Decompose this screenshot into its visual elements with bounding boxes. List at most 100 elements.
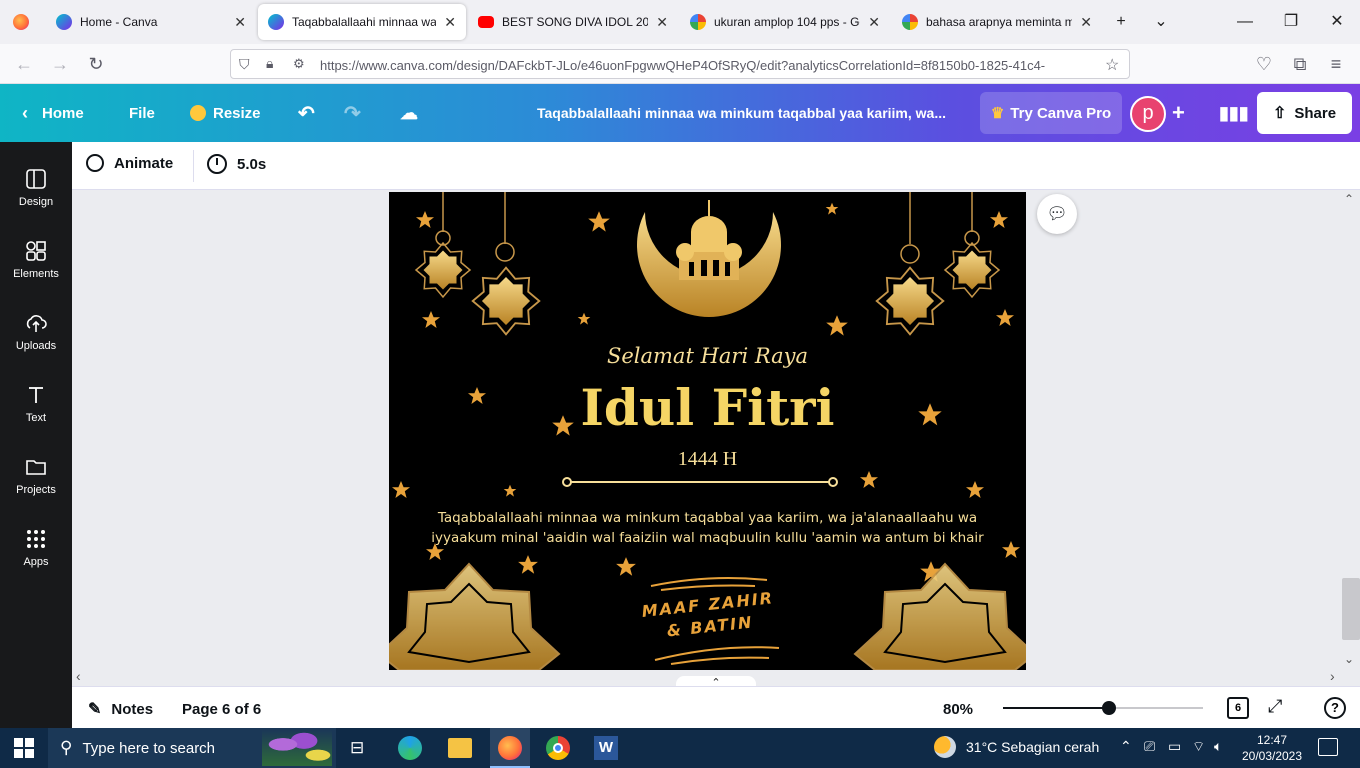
back-icon[interactable]: ←: [12, 52, 36, 76]
tab-taqabbal[interactable]: Taqabbalallaahi minnaa wa m ✕: [258, 4, 466, 40]
close-icon[interactable]: ✕: [868, 14, 880, 31]
url-bar[interactable]: ⛉ 🔒︎ ⚙ https://www.canva.com/design/DAFc…: [230, 49, 1130, 79]
close-window-button[interactable]: ✕: [1314, 8, 1360, 36]
duration-button[interactable]: 5.0s: [207, 154, 266, 174]
windows-start-icon[interactable]: [14, 738, 34, 758]
show-hidden-icons-chevron-icon[interactable]: ⌃: [1120, 738, 1132, 755]
file-explorer-icon[interactable]: [448, 738, 472, 758]
lantern-left-large-icon: [471, 192, 541, 336]
prayer-line-2: iyyaakum minal 'aaidin wal faaiziin wal …: [431, 530, 984, 546]
tab-label: Taqabbalallaahi minnaa wa m: [292, 15, 437, 29]
prayer-text[interactable]: Taqabbalallaahi minnaa wa minkum taqabba…: [389, 508, 1026, 548]
chrome-icon[interactable]: [546, 736, 570, 760]
add-comment-icon[interactable]: 💬︎: [1037, 194, 1077, 234]
zoom-slider-track[interactable]: [1003, 701, 1203, 715]
firefox-menu-button[interactable]: [0, 4, 42, 40]
word-icon[interactable]: W: [594, 736, 618, 760]
forward-icon[interactable]: →: [48, 52, 72, 76]
firefox-icon: [13, 14, 29, 30]
resize-button[interactable]: Resize: [190, 84, 261, 142]
tab-ukuran-amplop[interactable]: ukuran amplop 104 pps - Goo ✕: [680, 4, 890, 40]
reload-icon[interactable]: ↻: [84, 52, 108, 76]
rail-item-uploads[interactable]: Uploads: [0, 300, 72, 372]
battery-icon[interactable]: ▭: [1168, 738, 1181, 755]
toolbar-divider: [193, 150, 194, 182]
taskbar-firefox-button[interactable]: [490, 728, 530, 768]
rail-label: Design: [18, 196, 54, 208]
scroll-up-icon[interactable]: ⌃: [1344, 192, 1354, 206]
scroll-right-icon[interactable]: ›: [1330, 668, 1335, 684]
zoom-level[interactable]: 80%: [943, 701, 973, 718]
meet-now-icon[interactable]: ⎚: [1144, 738, 1155, 755]
close-icon[interactable]: ✕: [1080, 14, 1092, 31]
notifications-icon[interactable]: [1318, 738, 1338, 756]
tab-label: ukuran amplop 104 pps - Goo: [714, 15, 861, 29]
pocket-icon[interactable]: ♡: [1252, 52, 1276, 76]
crescent-mosque-icon: [637, 200, 781, 317]
task-view-icon[interactable]: ⊟: [350, 738, 364, 758]
shield-icon[interactable]: ⛉: [239, 56, 250, 73]
mandala-right-ornament: [853, 562, 1026, 670]
rail-label: Uploads: [15, 340, 57, 352]
navigation-bar: ← → ↻ ⛉ 🔒︎ ⚙ https://www.canva.com/desig…: [0, 44, 1360, 84]
undo-icon[interactable]: ↶: [298, 84, 315, 142]
page-grid-button[interactable]: 6: [1227, 697, 1249, 719]
close-icon[interactable]: ✕: [444, 14, 456, 31]
animate-icon: [86, 154, 104, 172]
bookmark-star-icon[interactable]: ☆: [1105, 55, 1119, 75]
home-button[interactable]: ‹ Home: [22, 84, 84, 142]
redo-icon[interactable]: ↷: [344, 84, 361, 142]
close-icon[interactable]: ✕: [234, 14, 246, 31]
document-title[interactable]: Taqabbalallaahi minnaa wa minkum taqabba…: [537, 84, 962, 142]
cloud-saved-icon[interactable]: ☁: [400, 84, 418, 142]
hijri-year-text[interactable]: 1444 H: [389, 448, 1026, 471]
browser-tab-bar: Home - Canva ✕ Taqabbalallaahi minnaa wa…: [0, 0, 1360, 44]
notes-button[interactable]: ✎ Notes: [88, 699, 153, 719]
avatar[interactable]: p: [1130, 96, 1166, 132]
volume-icon[interactable]: 🔈︎: [1214, 738, 1222, 755]
help-icon[interactable]: ?: [1324, 697, 1346, 719]
tab-home-canva[interactable]: Home - Canva ✕: [46, 4, 256, 40]
fullscreen-icon[interactable]: ⤢: [1268, 696, 1282, 717]
tab-bahasa-arab[interactable]: bahasa arapnya meminta ma ✕: [892, 4, 1102, 40]
animate-button[interactable]: Animate: [86, 154, 173, 172]
clock[interactable]: 12:47 20/03/2023: [1240, 732, 1304, 764]
scroll-down-icon[interactable]: ⌄: [1344, 652, 1354, 666]
edge-icon[interactable]: [398, 736, 422, 760]
rail-label: Apps: [23, 556, 49, 568]
decorative-divider: [562, 477, 838, 487]
idul-fitri-title[interactable]: Idul Fitri: [389, 378, 1026, 437]
rail-item-design[interactable]: Design: [0, 156, 72, 228]
list-tabs-chevron-icon[interactable]: ⌄: [1138, 8, 1184, 36]
taskbar-search-box[interactable]: ⚲ Type here to search: [48, 728, 336, 768]
hamburger-menu-icon[interactable]: ≡: [1324, 52, 1348, 76]
rail-item-projects[interactable]: Projects: [0, 444, 72, 516]
rail-item-apps[interactable]: Apps: [0, 516, 72, 588]
extensions-icon[interactable]: ⧉: [1288, 52, 1312, 76]
zoom-slider-thumb[interactable]: [1102, 701, 1116, 715]
vertical-scrollbar-thumb[interactable]: [1342, 578, 1360, 640]
permissions-icon[interactable]: ⚙: [293, 56, 305, 72]
minimize-button[interactable]: —: [1222, 8, 1268, 36]
network-icon[interactable]: ⌔: [1192, 738, 1205, 756]
try-canva-pro-button[interactable]: ♛ Try Canva Pro: [980, 92, 1122, 134]
file-menu-button[interactable]: File: [129, 84, 155, 142]
greeting-text[interactable]: Selamat Hari Raya: [389, 344, 1026, 368]
close-icon[interactable]: ✕: [656, 14, 668, 31]
url-text: https://www.canva.com/design/DAFckbT-JLo…: [320, 58, 1046, 73]
rail-item-elements[interactable]: Elements: [0, 228, 72, 300]
design-page[interactable]: Selamat Hari Raya Idul Fitri 1444 H Taqa…: [389, 192, 1026, 670]
duration-label: 5.0s: [237, 155, 267, 173]
maximize-button[interactable]: ❐: [1268, 8, 1314, 36]
add-people-icon[interactable]: +: [1172, 84, 1185, 142]
resize-label: Resize: [213, 104, 261, 122]
rail-item-text[interactable]: Text: [0, 372, 72, 444]
tab-best-song[interactable]: BEST SONG DIVA IDOL 2023 "I ✕: [468, 4, 678, 40]
share-button[interactable]: ⇧ Share: [1257, 92, 1352, 134]
apps-icon: [27, 530, 45, 548]
weather-widget[interactable]: 31°C Sebagian cerah: [934, 736, 1099, 758]
lock-icon[interactable]: 🔒︎: [266, 55, 273, 72]
projects-icon: [26, 460, 46, 475]
scroll-left-icon[interactable]: ‹: [76, 668, 81, 684]
insights-chart-icon[interactable]: ▮▮▮: [1219, 84, 1249, 142]
